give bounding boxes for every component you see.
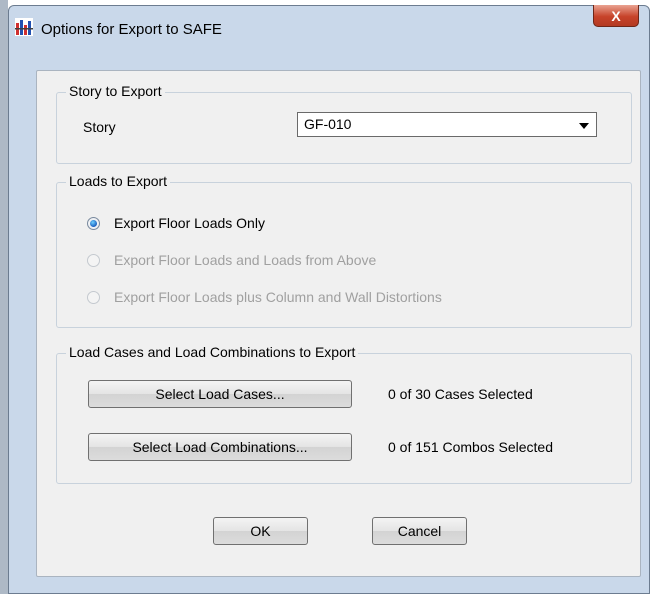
- select-load-cases-label: Select Load Cases...: [155, 386, 285, 402]
- radio-label: Export Floor Loads plus Column and Wall …: [114, 289, 442, 305]
- story-to-export-legend: Story to Export: [66, 83, 165, 99]
- loads-to-export-group: Loads to Export Export Floor Loads Only …: [56, 173, 632, 328]
- ok-button[interactable]: OK: [213, 517, 308, 545]
- etabs-app-icon: [15, 18, 33, 36]
- export-dialog: Options for Export to SAFE X Story to Ex…: [8, 5, 650, 594]
- radio-unselected-icon: [87, 254, 100, 267]
- select-load-combinations-label: Select Load Combinations...: [132, 439, 308, 455]
- radio-label: Export Floor Loads Only: [114, 215, 265, 231]
- cancel-button[interactable]: Cancel: [372, 517, 467, 545]
- window-title: Options for Export to SAFE: [41, 21, 222, 38]
- load-cases-legend: Load Cases and Load Combinations to Expo…: [66, 344, 359, 360]
- loads-to-export-legend: Loads to Export: [66, 173, 171, 189]
- select-load-combinations-button[interactable]: Select Load Combinations...: [88, 433, 352, 461]
- close-button[interactable]: X: [593, 5, 639, 27]
- story-dropdown-value: GF-010: [304, 116, 352, 132]
- dialog-body: Story to Export Story GF-010 Loads to Ex…: [36, 70, 641, 577]
- title-bar[interactable]: Options for Export to SAFE X: [9, 5, 649, 54]
- radio-label: Export Floor Loads and Loads from Above: [114, 252, 377, 268]
- story-to-export-group: Story to Export Story GF-010: [56, 83, 632, 164]
- ok-label: OK: [250, 523, 271, 539]
- combos-selected-status: 0 of 151 Combos Selected: [388, 439, 553, 455]
- cancel-label: Cancel: [397, 523, 442, 539]
- load-cases-group: Load Cases and Load Combinations to Expo…: [56, 344, 632, 484]
- story-label: Story: [83, 119, 116, 135]
- close-icon: X: [611, 7, 621, 24]
- radio-selected-icon[interactable]: [87, 217, 100, 230]
- radio-unselected-icon: [87, 291, 100, 304]
- background-window-edge: [0, 0, 8, 594]
- select-load-cases-button[interactable]: Select Load Cases...: [88, 380, 352, 408]
- story-dropdown[interactable]: GF-010: [297, 112, 597, 137]
- chevron-down-icon[interactable]: [579, 123, 589, 129]
- cases-selected-status: 0 of 30 Cases Selected: [388, 386, 533, 402]
